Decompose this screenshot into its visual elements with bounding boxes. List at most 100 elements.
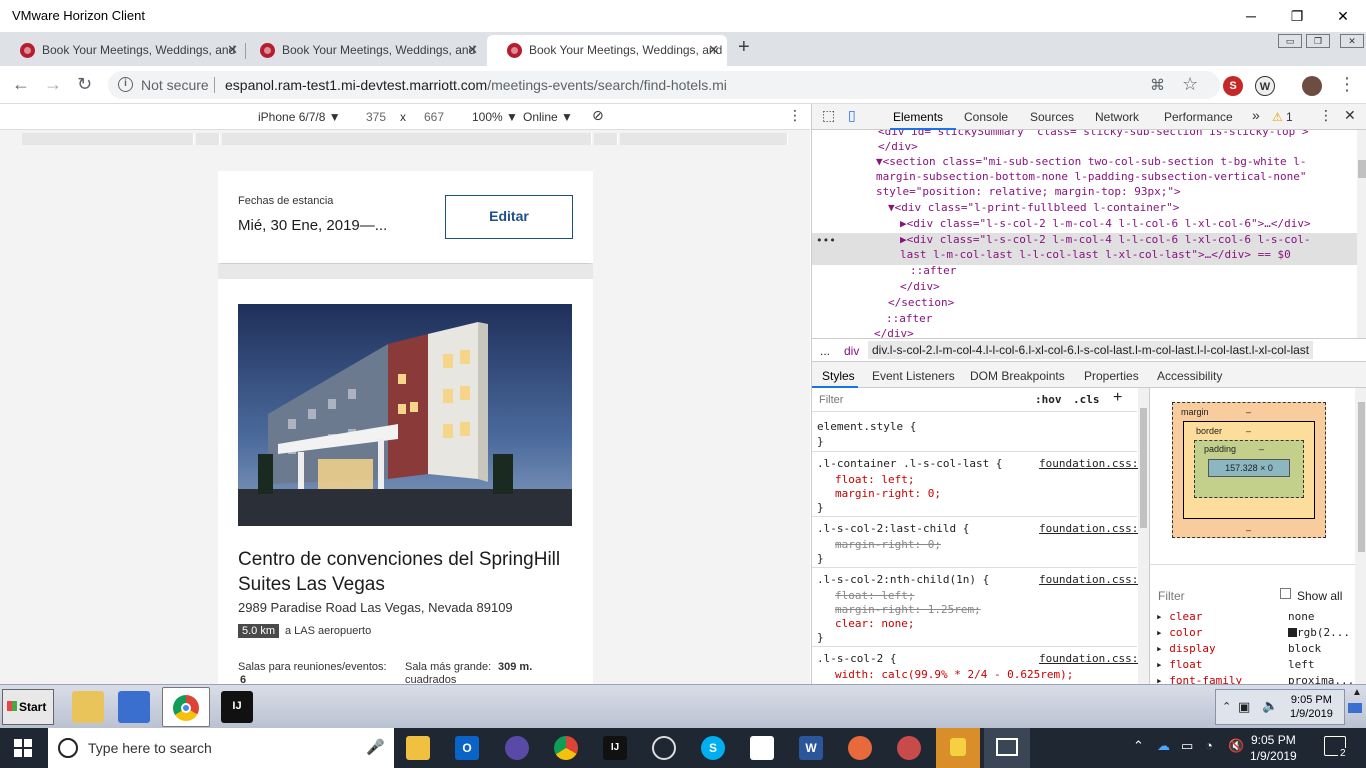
- tab-close-icon[interactable]: ✕: [708, 35, 719, 65]
- tab-performance[interactable]: Performance: [1164, 110, 1233, 124]
- url-text[interactable]: espanol.ram-test1.mi-devtest.marriott.co…: [225, 77, 727, 93]
- warning-icon[interactable]: ⚠: [1272, 110, 1283, 124]
- translate-icon[interactable]: ⌘: [1150, 76, 1165, 94]
- photos-icon[interactable]: [750, 736, 774, 760]
- extension-s-icon[interactable]: S: [1223, 76, 1243, 96]
- tab-dom-breakpoints[interactable]: DOM Breakpoints: [970, 369, 1065, 383]
- tray-expand-icon[interactable]: ⌃: [1222, 700, 1231, 713]
- new-rule-icon[interactable]: +: [1113, 389, 1122, 407]
- battery-icon[interactable]: ▭: [1181, 738, 1193, 754]
- device-select[interactable]: iPhone 6/7/8 ▼: [258, 110, 341, 124]
- chrome-icon[interactable]: [554, 736, 578, 760]
- box-margin[interactable]: margin – border – padding – 157.328 × 0 …: [1172, 402, 1326, 538]
- show-all-checkbox[interactable]: [1280, 588, 1291, 599]
- style-prop[interactable]: float: left;: [835, 473, 914, 486]
- start-button[interactable]: Start: [2, 689, 54, 725]
- dom-line[interactable]: </section>: [888, 296, 954, 309]
- breadcrumb-div[interactable]: div: [844, 344, 859, 358]
- dom-scrollbar[interactable]: [1357, 130, 1366, 338]
- wifi-icon[interactable]: ◔: [1205, 738, 1213, 753]
- styles-filter-input[interactable]: Filter: [819, 394, 843, 406]
- style-prop-overridden[interactable]: margin-right: 0;: [835, 538, 941, 551]
- tab-close-icon[interactable]: ✕: [467, 35, 478, 65]
- computed-row[interactable]: ▸ color: [1156, 626, 1202, 639]
- circle-app-icon[interactable]: [652, 736, 676, 760]
- devtools-menu-icon[interactable]: ⋮: [1319, 107, 1333, 124]
- tab-event-listeners[interactable]: Event Listeners: [872, 369, 955, 383]
- ruler-segment[interactable]: [620, 133, 788, 145]
- style-prop[interactable]: margin-right: 0;: [835, 487, 941, 500]
- dom-line[interactable]: ▶<div class="l-s-col-2 l-m-col-4 l-l-col…: [900, 217, 1311, 230]
- more-tabs-button[interactable]: »: [1252, 107, 1260, 123]
- minimize-button[interactable]: ─: [1228, 4, 1274, 28]
- paint-icon[interactable]: [897, 736, 921, 760]
- hotel-photo[interactable]: [238, 304, 572, 526]
- style-source-link[interactable]: foundation.css:1: [1039, 522, 1145, 535]
- bookmark-star-icon[interactable]: ☆: [1182, 74, 1198, 95]
- ruler-segment[interactable]: [594, 133, 618, 145]
- volume-icon[interactable]: 🔈: [1262, 698, 1278, 714]
- box-scrollbar[interactable]: [1355, 388, 1366, 684]
- tab-close-icon[interactable]: ✕: [227, 35, 238, 65]
- chrome-taskbar-button[interactable]: [162, 687, 210, 727]
- ruler-segment[interactable]: [222, 133, 592, 145]
- file-explorer-icon[interactable]: [406, 736, 430, 760]
- vmware-lock-button[interactable]: [936, 728, 980, 768]
- computed-row[interactable]: ▸ clear: [1156, 610, 1202, 623]
- media-query-ruler[interactable]: [0, 130, 810, 148]
- hov-toggle[interactable]: :hov: [1035, 393, 1062, 406]
- browser-tab[interactable]: Book Your Meetings, Weddings, and ✕: [240, 35, 486, 66]
- box-border[interactable]: border – padding – 157.328 × 0: [1183, 421, 1315, 519]
- dom-line[interactable]: <div id="stickySummary" class="sticky-su…: [878, 130, 1308, 138]
- ruler-segment[interactable]: [196, 133, 220, 145]
- zoom-select[interactable]: 100% ▼: [472, 110, 518, 124]
- reload-icon[interactable]: ↻: [77, 74, 92, 95]
- device-more-icon[interactable]: ⋮: [788, 107, 802, 124]
- node-actions-icon[interactable]: •••: [816, 234, 836, 247]
- intellij-icon[interactable]: IJ: [603, 736, 627, 760]
- computed-row[interactable]: ▸ float: [1156, 658, 1202, 671]
- browser-tab-active[interactable]: Book Your Meetings, Weddings, and ✕: [487, 35, 727, 66]
- extension-w-icon[interactable]: W: [1255, 76, 1275, 96]
- tab-accessibility[interactable]: Accessibility: [1157, 369, 1222, 383]
- remote-desktop-icon[interactable]: [1348, 703, 1362, 713]
- session-minimize-icon[interactable]: ▭: [1278, 34, 1302, 48]
- styles-scroll-thumb[interactable]: [1140, 408, 1147, 528]
- ruler-segment[interactable]: [22, 133, 194, 145]
- expand-icon[interactable]: ▸: [1156, 610, 1169, 623]
- remote-tray-up-icon[interactable]: ▲: [1352, 687, 1362, 698]
- forward-icon[interactable]: →: [44, 74, 62, 95]
- dom-line[interactable]: ▼<section class="mi-sub-section two-col-…: [876, 155, 1306, 168]
- info-icon[interactable]: i: [118, 77, 133, 92]
- device-toggle-icon[interactable]: ▯: [848, 107, 856, 124]
- tray-expand-icon[interactable]: ⌃: [1133, 738, 1144, 754]
- profile-avatar[interactable]: [1302, 76, 1322, 96]
- style-source-link[interactable]: foundation.css:1: [1039, 652, 1145, 665]
- file-explorer-icon[interactable]: [72, 691, 104, 723]
- expand-icon[interactable]: ▸: [1156, 642, 1169, 655]
- style-prop[interactable]: width: calc(99.9% * 2/4 - 0.625rem);: [835, 668, 1073, 681]
- dom-line[interactable]: ▼<div class="l-print-fullbleed l-contain…: [888, 201, 1179, 214]
- close-button[interactable]: ✕: [1320, 4, 1366, 28]
- warning-count[interactable]: 1: [1286, 110, 1293, 124]
- dom-line[interactable]: style="position: relative; margin-top: 9…: [876, 185, 1181, 198]
- dom-line[interactable]: </div>: [900, 280, 940, 293]
- rotate-icon[interactable]: ⊘: [592, 107, 604, 124]
- tab-console[interactable]: Console: [964, 110, 1008, 124]
- dom-line[interactable]: margin-subsection-bottom-none l-padding-…: [876, 170, 1306, 183]
- microphone-icon[interactable]: 🎤: [366, 738, 385, 756]
- network-select[interactable]: Online ▼: [523, 110, 573, 124]
- style-prop-overridden[interactable]: float: left;: [835, 589, 914, 602]
- tab-sources[interactable]: Sources: [1030, 110, 1074, 124]
- devtools-close-icon[interactable]: ✕: [1344, 107, 1356, 124]
- hotel-name[interactable]: Centro de convenciones del SpringHill Su…: [238, 547, 568, 597]
- viewport-width[interactable]: 375: [366, 110, 386, 124]
- system-clock[interactable]: 9:05 PM 1/9/2019: [1250, 732, 1297, 764]
- expand-icon[interactable]: ▸: [1156, 658, 1169, 671]
- session-close-icon[interactable]: ✕: [1340, 34, 1364, 48]
- tab-styles[interactable]: Styles: [822, 369, 855, 383]
- dom-line[interactable]: </div>: [878, 140, 918, 153]
- remote-desktop-button[interactable]: [984, 728, 1030, 768]
- computed-filter-input[interactable]: Filter: [1158, 589, 1185, 603]
- tab-properties[interactable]: Properties: [1084, 369, 1139, 383]
